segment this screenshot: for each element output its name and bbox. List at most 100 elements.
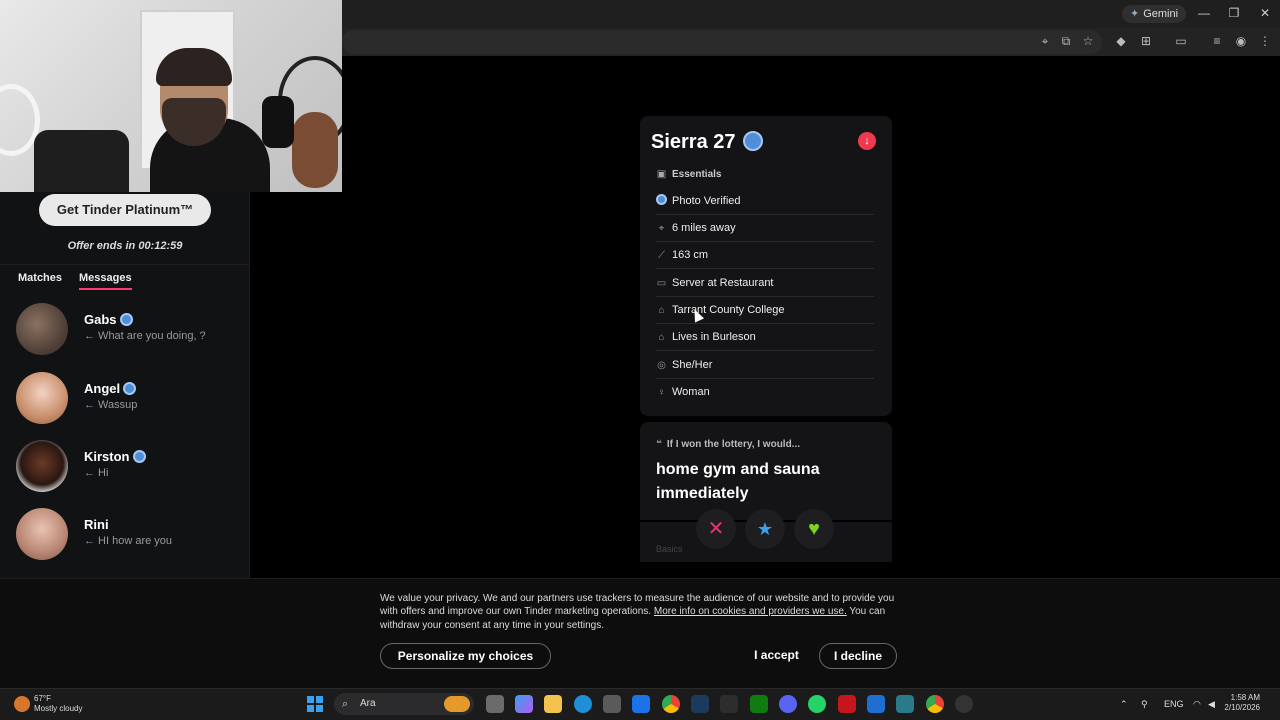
steam-icon[interactable]	[691, 695, 709, 713]
edge-icon[interactable]	[574, 695, 592, 713]
contact-name: Gabs	[84, 312, 117, 327]
file-explorer-icon[interactable]	[544, 695, 562, 713]
windows-start-icon[interactable]	[307, 696, 323, 712]
essential-distance: ⌖ 6 miles away	[656, 215, 874, 242]
tab-messages[interactable]: Messages	[79, 272, 132, 290]
profile-essentials-card: Sierra 27 ↓ ▣ Essentials Photo Verified ⌖…	[640, 116, 892, 416]
app-icon[interactable]	[838, 695, 856, 713]
chrome-active-icon[interactable]	[926, 695, 944, 713]
verified-icon	[123, 382, 137, 395]
message-preview: ← Wassup	[84, 399, 138, 411]
address-bar[interactable]	[342, 30, 1102, 54]
tray-network-app-icon[interactable]: ⚲	[1141, 699, 1148, 710]
copilot-icon[interactable]	[515, 695, 533, 713]
home-icon: ⌂	[658, 332, 665, 343]
tray-chevron-icon[interactable]: ⌃	[1120, 699, 1128, 710]
xbox-icon[interactable]	[750, 695, 768, 713]
outlook-icon[interactable]	[632, 695, 650, 713]
decline-cookies-button[interactable]: I decline	[819, 643, 897, 669]
essential-text: Server at Restaurant	[672, 277, 774, 289]
app-icon[interactable]	[896, 695, 914, 713]
message-name: Angel	[84, 381, 137, 396]
prompt-answer: home gym and sauna immediately	[656, 461, 820, 502]
whatsapp-icon[interactable]	[808, 695, 826, 713]
message-item-gabs[interactable]: Gabs ← What are you doing, ?	[16, 303, 241, 359]
epic-games-icon[interactable]	[720, 695, 738, 713]
close-icon[interactable]: ✕	[1256, 6, 1274, 20]
task-view-icon[interactable]	[486, 695, 504, 713]
search-text: Ara	[360, 698, 376, 709]
get-platinum-button[interactable]: Get Tinder Platinum™	[39, 194, 211, 226]
profile-name: Sierra 27	[651, 131, 764, 154]
wifi-icon[interactable]: ◠	[1193, 699, 1201, 710]
profile-prompt-card: ❝ If I won the lottery, I would... home g…	[640, 422, 892, 520]
install-app-icon[interactable]: ⧉	[1058, 33, 1074, 49]
store-icon[interactable]	[603, 695, 621, 713]
minimize-icon[interactable]: —	[1195, 6, 1213, 20]
gemini-button[interactable]: ✦ Gemini	[1122, 5, 1187, 23]
volume-icon[interactable]: ◀	[1208, 699, 1215, 710]
restore-icon[interactable]: ❐	[1225, 6, 1243, 20]
accept-cookies-button[interactable]: I accept	[752, 643, 801, 669]
essentials-icon: ▣	[656, 169, 667, 180]
divider	[0, 264, 250, 265]
taskbar-search[interactable]: ⌕ Ara	[334, 693, 474, 715]
language-indicator[interactable]: ENG	[1164, 699, 1184, 709]
bookmark-star-icon[interactable]: ☆	[1080, 33, 1096, 49]
message-item-angel[interactable]: Angel ← Wassup	[16, 372, 241, 428]
pronouns-icon: ◎	[657, 360, 666, 371]
system-clock[interactable]: 1:58 AM 2/10/2026	[1222, 693, 1260, 713]
start-tile	[307, 696, 314, 703]
gemini-icon: ✦	[1130, 8, 1140, 20]
chrome-icon[interactable]	[662, 695, 680, 713]
ruler-icon: ⟋	[658, 250, 665, 261]
message-preview: ← Hi	[84, 467, 109, 479]
location-icon[interactable]: ⌖	[1037, 33, 1053, 49]
super-like-button[interactable]: ★	[745, 509, 785, 549]
discord-icon[interactable]	[779, 695, 797, 713]
message-name: Kirston	[84, 449, 146, 464]
profile-name-text: Sierra 27	[651, 131, 736, 153]
essential-job: ▭ Server at Restaurant	[656, 270, 874, 297]
basics-title: Basics	[656, 544, 683, 554]
graduation-cap-icon: ⌂	[658, 305, 665, 316]
essential-text: 163 cm	[672, 249, 709, 261]
verified-icon	[656, 194, 667, 205]
verified-icon	[743, 131, 764, 151]
weather-text: 67°F Mostly cloudy	[34, 694, 82, 714]
collapse-profile-button[interactable]: ↓	[858, 132, 876, 150]
nope-button[interactable]: ✕	[696, 509, 736, 549]
personalize-choices-button[interactable]: Personalize my choices	[380, 643, 551, 669]
essential-text: Tarrant County College	[672, 304, 785, 316]
cookie-info-link[interactable]: More info on cookies and providers we us…	[654, 606, 847, 617]
essential-school: ⌂ Tarrant County College	[656, 297, 874, 324]
weather-desc: Mostly cloudy	[34, 704, 83, 713]
left-panel: Get Tinder Platinum™ Offer ends in 00:12…	[0, 192, 250, 578]
tab-matches[interactable]: Matches	[18, 272, 62, 284]
like-button[interactable]: ♥	[794, 509, 834, 549]
menu-icon[interactable]: ⋮	[1257, 33, 1273, 49]
message-preview: ← What are you doing, ?	[84, 330, 206, 342]
essential-text: Lives in Burleson	[672, 331, 756, 343]
puzzle-icon[interactable]: ⊞	[1138, 33, 1154, 49]
offer-countdown: Offer ends in 00:12:59	[67, 240, 183, 252]
extension-icon[interactable]: ◆	[1113, 33, 1129, 49]
app-icon[interactable]	[867, 695, 885, 713]
media-icon[interactable]: ≡	[1209, 33, 1225, 49]
verified-icon	[119, 313, 133, 326]
essential-text: She/Her	[672, 359, 713, 371]
obs-icon[interactable]	[955, 695, 973, 713]
message-item-rini[interactable]: Rini ← HI how are you	[16, 508, 241, 564]
start-tile	[316, 696, 323, 703]
essentials-title-text: Essentials	[672, 169, 722, 180]
essential-text: 6 miles away	[672, 222, 736, 234]
avatar	[16, 372, 68, 424]
essential-residence: ⌂ Lives in Burleson	[656, 324, 874, 351]
search-icon: ⌕	[342, 698, 349, 710]
split-view-icon[interactable]: ▭	[1173, 33, 1189, 49]
search-highlight-icon	[444, 696, 470, 712]
cookie-consent-text: We value your privacy. We and our partne…	[380, 592, 900, 632]
message-item-kirston[interactable]: Kirston ← Hi	[16, 440, 241, 496]
essential-photo-verified: Photo Verified	[656, 188, 874, 215]
profile-icon[interactable]: ◉	[1233, 33, 1249, 49]
